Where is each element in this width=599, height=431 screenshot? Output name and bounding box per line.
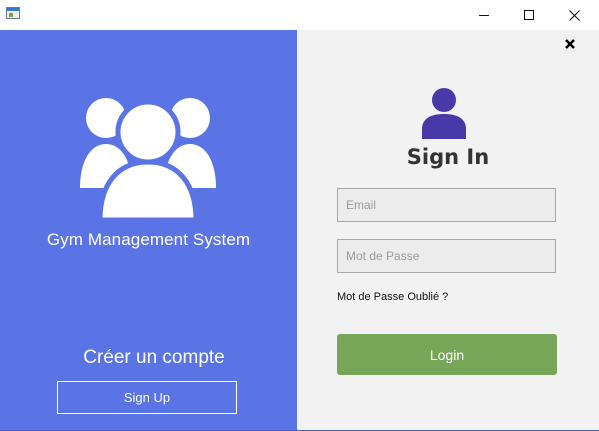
close-x-icon — [565, 39, 575, 49]
window-close-button[interactable] — [551, 0, 597, 30]
forgot-password-link[interactable]: Mot de Passe Oublié ? — [337, 291, 448, 303]
title-bar[interactable] — [0, 0, 599, 30]
user-avatar-icon — [422, 88, 466, 139]
app-title: Gym Management System — [46, 230, 251, 249]
app-window-icon — [6, 7, 20, 19]
signin-title: Sign In — [406, 145, 490, 169]
create-account-label: Créer un compte — [83, 347, 225, 368]
users-group-icon — [80, 98, 216, 220]
email-field[interactable] — [337, 188, 556, 222]
minimize-button[interactable] — [461, 0, 507, 30]
password-field[interactable] — [337, 239, 556, 273]
minimize-icon — [479, 15, 489, 16]
close-icon — [568, 9, 580, 21]
maximize-icon — [524, 10, 534, 20]
branding-panel: Gym Management System Créer un compte Si… — [0, 30, 297, 430]
app-window: Gym Management System Créer un compte Si… — [0, 0, 599, 431]
signin-panel: Sign In Mot de Passe Oublié ? Login — [297, 30, 599, 430]
maximize-button[interactable] — [506, 0, 552, 30]
signup-button[interactable]: Sign Up — [57, 381, 237, 414]
login-button[interactable]: Login — [337, 334, 557, 375]
form-close-button[interactable] — [562, 36, 578, 52]
